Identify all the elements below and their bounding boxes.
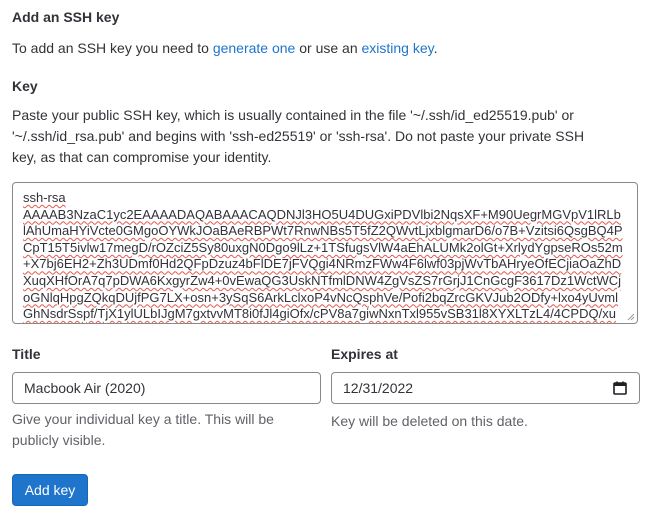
ssh-key-value: AAAAB3NzaC1yc2EAAAADAQABAAACAQDNJl3HO5U4… xyxy=(23,206,623,323)
ssh-key-type: ssh-rsa xyxy=(23,190,66,205)
generate-one-link[interactable]: generate one xyxy=(213,40,296,56)
key-description-line-1: Paste your public SSH key, which is usua… xyxy=(12,107,574,123)
existing-key-link[interactable]: existing key xyxy=(362,40,434,56)
intro-prefix: To add an SSH key you need to xyxy=(12,40,213,56)
key-description-line-3: key, as that can compromise your identit… xyxy=(12,149,272,165)
ssh-key-textarea[interactable]: ssh-rsa AAAAB3NzaC1yc2EAAAADAQABAAACAQDN… xyxy=(12,182,638,324)
title-input[interactable]: Macbook Air (2020) xyxy=(12,372,321,404)
page-title: Add an SSH key xyxy=(12,9,120,25)
add-ssh-key-form: Add an SSH key To add an SSH key you nee… xyxy=(0,0,652,520)
key-label: Key xyxy=(12,78,38,94)
title-help-line-1: Give your individual key a title. This w… xyxy=(12,411,274,427)
ssh-key-content: ssh-rsa AAAAB3NzaC1yc2EAAAADAQABAAACAQDN… xyxy=(23,190,623,323)
calendar-icon[interactable] xyxy=(613,381,627,395)
intro-suffix: . xyxy=(433,40,438,56)
resize-grip-icon[interactable] xyxy=(627,313,635,321)
expires-help: Key will be deleted on this date. xyxy=(331,413,528,429)
expires-date-input[interactable]: 12/31/2022 xyxy=(331,372,640,404)
expires-date-value: 12/31/2022 xyxy=(343,380,414,396)
add-key-button[interactable]: Add key xyxy=(12,474,88,506)
title-help-line-2: publicly visible. xyxy=(12,432,106,448)
key-description-line-2: '~/.ssh/id_rsa.pub' and begins with 'ssh… xyxy=(12,128,585,144)
expires-label: Expires at xyxy=(331,346,398,362)
title-label: Title xyxy=(12,346,41,362)
intro-middle: or use an xyxy=(295,40,362,56)
intro-text: To add an SSH key you need to generate o… xyxy=(12,38,438,59)
